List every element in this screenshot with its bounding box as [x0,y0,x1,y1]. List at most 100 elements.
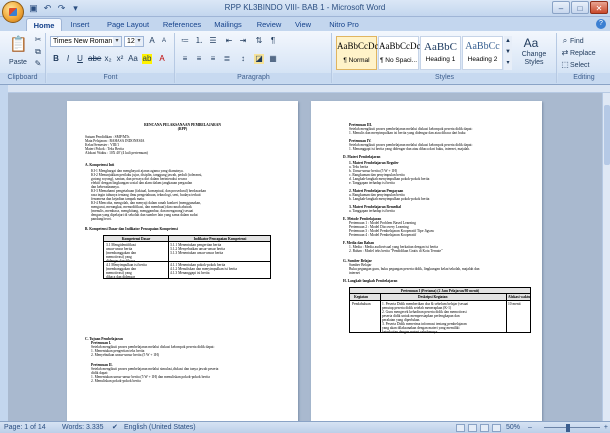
increase-indent-icon[interactable]: ⇥ [238,36,248,46]
tab-page-layout[interactable]: Page Layout [100,18,156,31]
full-screen-reading-icon[interactable] [468,424,477,432]
borders-icon[interactable]: ▦ [268,54,278,64]
zoom-slider-thumb[interactable] [566,424,570,432]
horizontal-ruler[interactable] [8,85,610,93]
change-styles-icon[interactable]: Aa [523,35,539,51]
numbering-icon[interactable]: ⒈ [194,36,204,46]
table-divider [506,294,507,332]
font-label: Font [47,73,174,83]
bullets-icon[interactable]: ≔ [180,36,190,46]
underline-icon[interactable]: U [75,54,85,64]
cut-icon[interactable]: ✂ [33,35,43,45]
chevron-down-icon: ▾ [113,37,121,46]
maximize-button[interactable]: □ [571,1,589,14]
zoom-in-icon[interactable]: + [604,422,608,433]
vertical-scrollbar[interactable] [602,93,610,421]
replace-button[interactable]: Replace [570,48,606,59]
shading-icon[interactable]: ◪ [254,54,264,64]
langkah-header-cell: Deskripsi Kegiatan [418,295,448,299]
styles-scroll-icon[interactable]: ▲ ▼ ▾ [504,36,512,70]
subscript-icon[interactable]: x₂ [103,54,113,64]
style-normal[interactable]: AaBbCcDc ¶ Normal [336,36,379,70]
font-size-select[interactable]: 12 ▾ [124,36,144,47]
format-painter-icon[interactable]: ✎ [33,59,43,69]
window-title: RPP KL3BINDO VIII- BAB 1 - Microsoft Wor… [224,3,386,12]
office-button[interactable] [2,1,24,23]
document-area[interactable]: RENCANA PELAKSANAAN PEMBELAJARAN (RPP) S… [8,93,602,421]
document-page-2[interactable]: Pertemuan III. Setelah mengikuti proses … [311,101,542,421]
tujuan-line: Setelah mengikuti proses pembelajaran me… [91,367,219,371]
highlight-icon[interactable]: ab [142,54,152,64]
zoom-slider[interactable] [544,427,600,428]
tab-view[interactable]: View [290,18,316,31]
style-name: Heading 2 [467,56,498,63]
justify-icon[interactable]: ≣ [222,54,232,64]
multilevel-list-icon[interactable]: ☰ [208,36,218,46]
style-no-spacing[interactable]: AaBbCcDc ¶ No Spaci... [378,36,421,70]
vertical-ruler[interactable] [0,85,8,421]
font-group: Times New Roman ▾ 12 ▾ A A B I U abe x₂ … [47,33,175,83]
select-icon[interactable]: ⬚ [560,60,570,70]
tujuan-line: 2. Menuliskan pokok-pokok berita [91,379,141,383]
paste-button[interactable]: Paste [6,57,30,68]
font-family-select[interactable]: Times New Roman ▾ [50,36,122,47]
table-divider [168,236,169,278]
font-family-value: Times New Roman [53,38,113,45]
tab-nitro-pro[interactable]: Nitro Pro [322,18,366,31]
style-sample: AaBbCcDc [379,41,421,51]
zoom-out-icon[interactable]: – [528,422,532,433]
align-center-icon[interactable]: ≡ [194,54,204,64]
tab-review[interactable]: Review [252,18,286,31]
document-page-1[interactable]: RENCANA PELAKSANAAN PEMBELAJARAN (RPP) S… [67,101,298,421]
kd-cell: dibaca dan didengar [106,275,135,279]
materi-line: a. Tanggapan terhadap isi berita [349,209,395,213]
zoom-level[interactable]: 50% [506,422,520,433]
tab-mailings[interactable]: Mailings [208,18,248,31]
help-icon[interactable]: ? [596,19,606,29]
grow-font-icon[interactable]: A [147,36,157,46]
decrease-indent-icon[interactable]: ⇤ [224,36,234,46]
sumber-line: Buku pegangan guru, buku pegangan pesert… [349,267,480,271]
align-left-icon[interactable]: ≡ [180,54,190,64]
spelling-icon[interactable]: ✔ [112,422,118,433]
style-heading-1[interactable]: AaBbC Heading 1 [420,36,461,70]
langkah-cell: keterkaitan dengan materi sebelumnya. [382,330,439,334]
change-styles-button[interactable]: Change Styles [515,51,553,67]
change-case-icon[interactable]: Aa [128,54,138,64]
outline-icon[interactable] [492,424,501,432]
page-count[interactable]: Page: 1 of 14 [4,422,46,433]
align-right-icon[interactable]: ≡ [208,54,218,64]
scrollbar-thumb[interactable] [604,105,610,165]
style-heading-2[interactable]: AaBbCc Heading 2 [462,36,503,70]
tab-home[interactable]: Home [26,18,62,31]
editing-group: ⌕ Find ⇄ Replace ⬚ Select Editing [558,33,610,83]
copy-icon[interactable]: ⧉ [33,47,43,57]
tab-references[interactable]: References [158,18,206,31]
sort-icon[interactable]: ⇅ [254,36,264,46]
font-color-icon[interactable]: A [157,54,167,64]
shrink-font-icon[interactable]: A [159,36,169,46]
show-marks-icon[interactable]: ¶ [268,36,278,46]
langkah-header-cell: Kegiatan [354,295,368,299]
web-layout-icon[interactable] [480,424,489,432]
identity-line: Alokasi Waktu : 10X 40' (4 kali pertemua… [85,151,148,155]
language-status[interactable]: English (United States) [124,422,196,433]
ribbon-tabs: Home Insert Page Layout References Maili… [0,17,610,31]
paste-icon[interactable]: 📋 [9,36,28,54]
word-count[interactable]: Words: 3.335 [62,422,104,433]
close-button[interactable]: ✕ [590,1,608,14]
superscript-icon[interactable]: x² [115,54,125,64]
tab-insert[interactable]: Insert [64,18,96,31]
strikethrough-icon[interactable]: abe [88,54,101,64]
replace-icon[interactable]: ⇄ [560,48,570,58]
minimize-button[interactable]: – [552,1,570,14]
italic-icon[interactable]: I [63,54,73,64]
section-heading: D. Materi Pembelajaran [343,155,381,159]
find-icon[interactable]: ⌕ [560,36,570,46]
find-button[interactable]: Find [570,36,594,47]
select-button[interactable]: Select [570,60,600,71]
bold-icon[interactable]: B [51,54,61,64]
line-spacing-icon[interactable]: ↕ [238,54,248,64]
ki-line: pandang/teori. [91,217,112,221]
print-layout-icon[interactable] [456,424,465,432]
